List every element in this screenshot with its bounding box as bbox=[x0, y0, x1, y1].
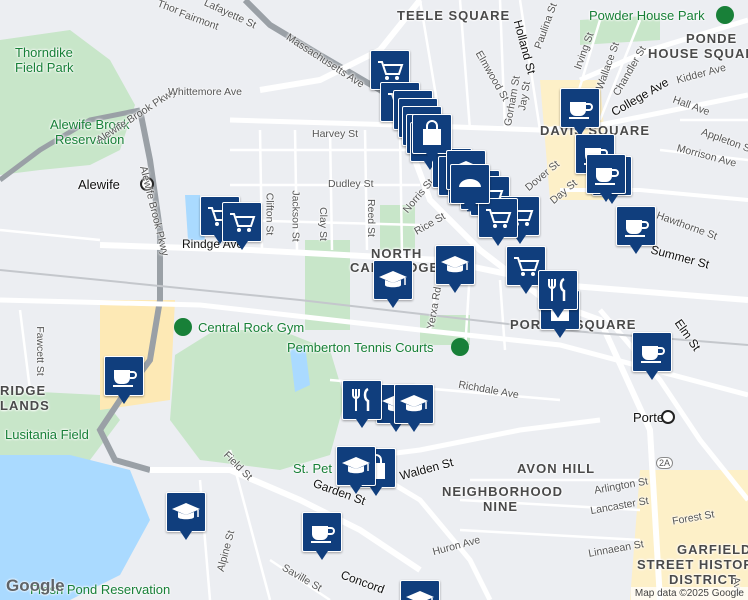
map-marker-coffee[interactable] bbox=[632, 332, 672, 380]
bakery-icon bbox=[459, 179, 481, 187]
area-label-teele: TEELE SQUARE bbox=[397, 8, 511, 23]
street-clifton-st: Clifton St bbox=[263, 192, 276, 236]
school-icon bbox=[342, 457, 370, 474]
area-label-garfield-3: DISTRICT bbox=[669, 572, 737, 587]
area-label-garfield-2: STREET HISTORIC bbox=[637, 557, 748, 572]
school-icon bbox=[379, 271, 407, 288]
school-icon bbox=[441, 256, 469, 273]
map-marker-bakery[interactable] bbox=[450, 164, 490, 212]
map-marker-coffee[interactable] bbox=[302, 512, 342, 560]
map-marker-food[interactable] bbox=[342, 380, 382, 428]
area-label-house-square: HOUSE SQUARE bbox=[648, 46, 748, 61]
street-jackson-st: Jackson St bbox=[289, 190, 302, 242]
coffee-icon bbox=[625, 220, 649, 237]
map-attribution[interactable]: Map data ©2025 Google bbox=[630, 587, 748, 600]
route-shield-2a: 2A bbox=[656, 457, 674, 469]
street-reed-st: Reed St bbox=[364, 199, 377, 237]
school-icon bbox=[406, 591, 434, 600]
area-label-ponder: PONDE bbox=[686, 31, 738, 46]
coffee-icon bbox=[641, 346, 665, 363]
poi-central-rock-gym[interactable]: Central Rock Gym bbox=[198, 320, 304, 335]
cart-icon bbox=[230, 213, 256, 232]
poi-thorndike-2[interactable]: Field Park bbox=[15, 60, 74, 75]
map-marker-school[interactable] bbox=[394, 384, 434, 432]
poi-powder-house-park[interactable]: Powder House Park bbox=[589, 8, 705, 23]
map-marker-school[interactable] bbox=[166, 492, 206, 540]
map-marker-cart[interactable] bbox=[222, 202, 262, 250]
map-marker-school[interactable] bbox=[336, 446, 376, 494]
area-label-lands: LANDS bbox=[0, 398, 50, 413]
coffee-icon bbox=[113, 370, 137, 387]
powder-house-park-icon[interactable] bbox=[716, 6, 734, 24]
map-marker-coffee[interactable] bbox=[586, 154, 626, 202]
map-marker-food[interactable] bbox=[538, 270, 578, 318]
street-harvey-st: Harvey St bbox=[312, 128, 359, 140]
central-rock-gym-icon[interactable] bbox=[174, 318, 192, 336]
poi-st-peter[interactable]: St. Pet bbox=[293, 461, 332, 476]
map-marker-school[interactable] bbox=[373, 260, 413, 308]
porter-transit-icon[interactable] bbox=[661, 410, 675, 424]
area-label-neighborhood: NEIGHBORHOOD bbox=[442, 484, 564, 499]
area-label-avon: AVON HILL bbox=[517, 461, 596, 476]
school-icon bbox=[172, 503, 200, 520]
google-logo: Google bbox=[6, 576, 65, 595]
coffee-icon bbox=[569, 102, 593, 119]
map-marker-coffee[interactable] bbox=[560, 88, 600, 136]
area-label-north: NORTH bbox=[371, 246, 423, 261]
school-icon bbox=[400, 395, 428, 412]
street-fawcett-st: Fawcett St bbox=[33, 326, 46, 376]
cart-icon bbox=[486, 209, 512, 228]
map-marker-school[interactable] bbox=[400, 580, 440, 600]
map-canvas[interactable]: TEELE SQUARE DAVIS SQUARE NORTH CAMBRIDG… bbox=[0, 0, 748, 600]
poi-alewife-station[interactable]: Alewife bbox=[78, 177, 120, 192]
map-marker-cart[interactable] bbox=[478, 198, 518, 246]
poi-thorndike[interactable]: Thorndike bbox=[15, 45, 73, 60]
street-whittemore-ave: Whittemore Ave bbox=[168, 86, 242, 98]
coffee-icon bbox=[595, 168, 619, 185]
street-clay-st: Clay St bbox=[316, 207, 329, 241]
map-marker-bag[interactable] bbox=[412, 114, 452, 162]
map-marker-school[interactable] bbox=[435, 245, 475, 293]
area-label-nine: NINE bbox=[483, 499, 519, 514]
pemberton-tennis-icon[interactable] bbox=[451, 338, 469, 356]
food-icon bbox=[548, 277, 566, 301]
map-marker-coffee[interactable] bbox=[616, 206, 656, 254]
poi-pemberton-tennis[interactable]: Pemberton Tennis Courts bbox=[287, 340, 433, 355]
area-label-garfield: GARFIELD bbox=[677, 542, 748, 557]
bag-icon bbox=[423, 120, 441, 145]
food-icon bbox=[352, 387, 370, 411]
street-dudley-st: Dudley St bbox=[328, 178, 374, 190]
poi-lusitania-field[interactable]: Lusitania Field bbox=[5, 427, 89, 442]
map-marker-coffee[interactable] bbox=[104, 356, 144, 404]
area-label-ridge: RIDGE bbox=[0, 383, 47, 398]
coffee-icon bbox=[311, 526, 335, 543]
